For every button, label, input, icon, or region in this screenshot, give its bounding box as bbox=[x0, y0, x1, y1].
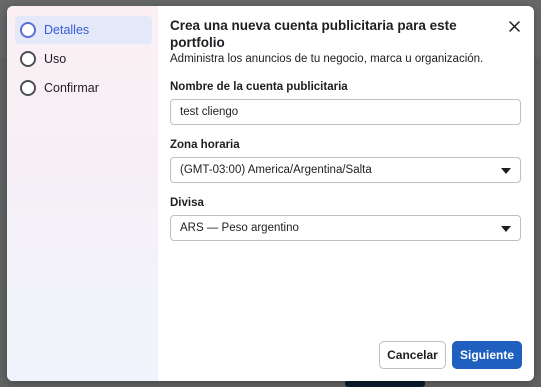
timezone-select[interactable]: (GMT-03:00) America/Argentina/Salta bbox=[170, 157, 521, 183]
step-radio-icon bbox=[20, 51, 36, 67]
account-name-value: test cliengo bbox=[180, 106, 239, 118]
dialog-title: Crea una nueva cuenta publicitaria para … bbox=[170, 18, 457, 50]
timezone-label: Zona horaria bbox=[170, 139, 240, 151]
caret-down-icon bbox=[501, 226, 511, 232]
account-name-label: Nombre de la cuenta publicitaria bbox=[170, 81, 348, 93]
timezone-value: (GMT-03:00) America/Argentina/Salta bbox=[180, 164, 372, 176]
create-ad-account-dialog: Detalles Uso Confirmar Crea una nueva cu… bbox=[7, 6, 534, 381]
dialog-footer: Cancelar Siguiente bbox=[379, 341, 522, 369]
step-confirm[interactable]: Confirmar bbox=[15, 74, 152, 102]
step-radio-icon bbox=[20, 80, 36, 96]
currency-label: Divisa bbox=[170, 197, 204, 209]
step-label: Uso bbox=[44, 52, 67, 66]
step-label: Confirmar bbox=[44, 81, 99, 95]
stepper: Detalles Uso Confirmar bbox=[7, 6, 158, 381]
close-button[interactable] bbox=[506, 18, 522, 34]
step-usage[interactable]: Uso bbox=[15, 45, 152, 73]
close-icon bbox=[508, 20, 520, 32]
currency-select[interactable]: ARS — Peso argentino bbox=[170, 215, 521, 241]
step-label: Detalles bbox=[44, 23, 90, 37]
dialog-content: Crea una nueva cuenta publicitaria para … bbox=[158, 6, 534, 381]
next-button[interactable]: Siguiente bbox=[452, 341, 522, 369]
caret-down-icon bbox=[501, 168, 511, 174]
step-details[interactable]: Detalles bbox=[15, 16, 152, 44]
step-radio-icon bbox=[20, 22, 36, 38]
currency-value: ARS — Peso argentino bbox=[180, 222, 299, 234]
cancel-button[interactable]: Cancelar bbox=[379, 341, 446, 369]
dialog-subtitle: Administra los anuncios de tu negocio, m… bbox=[170, 53, 484, 65]
account-name-input[interactable]: test cliengo bbox=[170, 99, 521, 125]
